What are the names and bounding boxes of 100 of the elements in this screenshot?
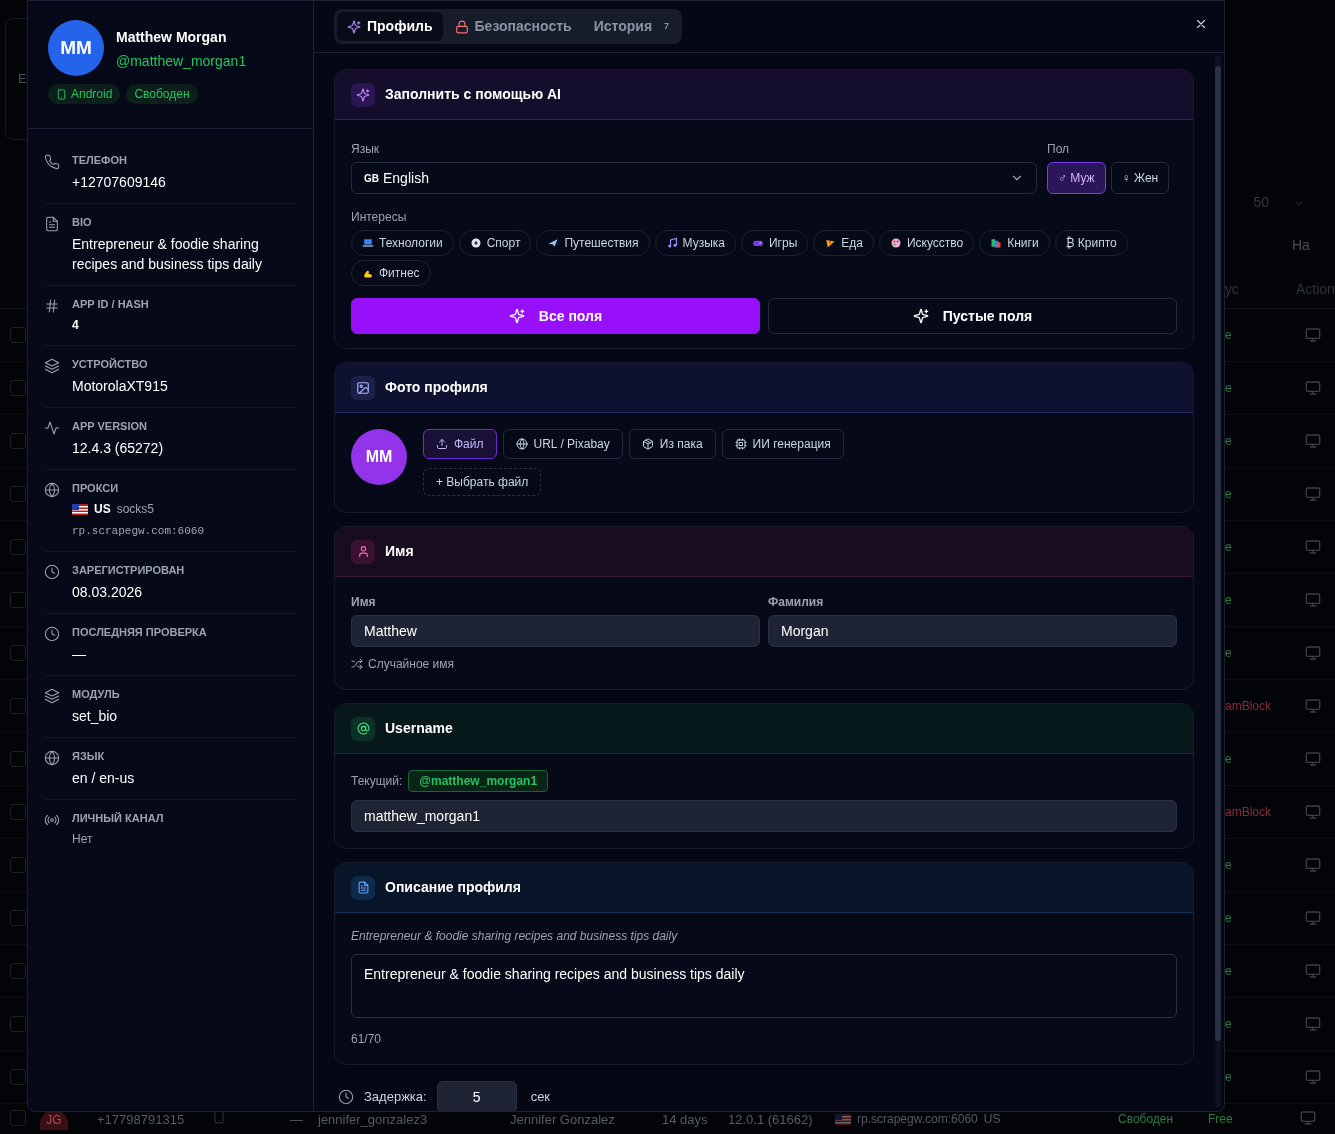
detail-value: +12707609146 (72, 173, 166, 192)
pulse-icon (44, 420, 60, 436)
flag-icon (835, 1113, 851, 1125)
laptop-icon (362, 237, 374, 249)
monitor-icon (1305, 963, 1321, 979)
row-checkbox[interactable] (10, 433, 26, 449)
phone-cell-text: +17798791315 (97, 1111, 186, 1129)
music-note-icon (665, 237, 678, 249)
detail-label: ЯЗЫК (72, 748, 106, 763)
books-icon (990, 237, 1003, 249)
row-checkbox[interactable] (10, 1110, 26, 1126)
field-label: Имя (351, 594, 377, 611)
detail-label: ТЕЛЕФОН (72, 153, 128, 167)
section-title: Заполнить с помощью AI (385, 85, 561, 104)
user-icon (356, 545, 370, 558)
row-checkbox[interactable] (10, 804, 26, 820)
proxy-type: socks5 (116, 501, 155, 518)
avatar: MM (351, 429, 407, 485)
row-checkbox[interactable] (10, 486, 26, 502)
current-username-badge: @matthew_morgan1 (408, 770, 549, 792)
table-cell-text: — (290, 1111, 304, 1129)
avatar: JG (40, 1110, 68, 1130)
section-title: Фото профиля (385, 378, 488, 397)
monitor-icon (1305, 1016, 1321, 1032)
status-text: e (1225, 963, 1233, 980)
section-title: Username (385, 719, 453, 738)
flag-code: GB (364, 171, 379, 186)
monitor-icon (1305, 486, 1321, 502)
tab[interactable]: История 7 (583, 12, 680, 41)
gender-option[interactable]: ♂ Муж (1047, 162, 1106, 194)
tab[interactable]: Профиль (337, 12, 443, 41)
palette-icon (889, 237, 902, 249)
row-checkbox[interactable] (10, 910, 26, 926)
name-cell-text: Jennifer Gonzalez (510, 1111, 616, 1129)
last-name-field[interactable]: Morgan (768, 615, 1177, 647)
detail-value: — (72, 644, 87, 664)
image-icon (356, 380, 370, 395)
fill-button[interactable]: Все поля (351, 298, 760, 334)
monitor-icon (1305, 539, 1321, 555)
detail-label: ПОСЛЕДНЯЯ ПРОВЕРКА (72, 624, 207, 639)
globe-icon (44, 749, 60, 766)
proxy-host: rp.scrapegw.com:6060 (72, 524, 205, 539)
layers-icon (44, 687, 60, 704)
section-title: Описание профиля (385, 878, 521, 897)
phone-icon (44, 154, 60, 170)
shuffle-icon (351, 658, 363, 670)
fill-button[interactable]: Пустые поля (768, 298, 1177, 334)
row-checkbox[interactable] (10, 645, 26, 661)
row-checkbox[interactable] (10, 539, 26, 555)
status-text: e (1225, 1016, 1233, 1033)
row-checkbox[interactable] (10, 857, 26, 873)
choose-file-button[interactable]: + Выбрать файл (423, 468, 542, 496)
status-text: e (1225, 539, 1233, 556)
delay-label: Задержка: (364, 1088, 427, 1107)
row-checkbox[interactable] (10, 327, 26, 343)
plane-icon (547, 237, 560, 249)
country-code: US (94, 501, 111, 518)
flag-icon (72, 503, 88, 515)
row-checkbox[interactable] (10, 380, 26, 396)
row-checkbox[interactable] (10, 592, 26, 608)
ball-icon (469, 237, 482, 249)
tab-count: 7 (664, 19, 670, 33)
status-text: amBlock (1225, 698, 1272, 715)
language-select[interactable]: GB English (351, 162, 1037, 194)
detail-label: APP VERSION (72, 419, 148, 433)
random-name-link[interactable]: Случайное имя (351, 655, 455, 673)
tab[interactable]: Безопасность (444, 12, 582, 41)
pizza-icon (824, 237, 837, 249)
first-name-field[interactable]: Matthew (351, 615, 760, 647)
gender-option[interactable]: ♀ Жен (1110, 162, 1170, 194)
avatar: MM (48, 20, 104, 76)
row-checkbox[interactable] (10, 963, 26, 979)
section-title: Имя (385, 542, 414, 561)
source-tab[interactable]: Файл (423, 429, 497, 459)
smartphone-icon (212, 1110, 226, 1124)
detail-value: 08.03.2026 (72, 582, 144, 602)
field-label: Интересы (351, 209, 408, 226)
delay-field[interactable]: 5 (436, 1081, 517, 1111)
bio-textarea[interactable]: Entrepreneur & foodie sharing recipes and business tips daily (351, 954, 1177, 1018)
source-tab[interactable]: Из пака (628, 429, 716, 459)
detail-value: Нет (72, 830, 94, 848)
globe-icon (44, 482, 60, 498)
profile-username: @matthew_morgan1 (116, 52, 247, 71)
field-label: Язык (351, 141, 381, 158)
username-field[interactable]: matthew_morgan1 (351, 800, 1177, 832)
row-checkbox[interactable] (10, 751, 26, 767)
source-tab[interactable]: ИИ генерация (721, 429, 844, 459)
sparkle-icon (347, 19, 361, 34)
row-checkbox[interactable] (10, 1016, 26, 1032)
monitor-icon (1305, 433, 1321, 449)
row-checkbox[interactable] (10, 698, 26, 714)
sparkle-icon (508, 308, 525, 324)
language-value: English (383, 168, 429, 188)
monitor-icon (1305, 1069, 1321, 1085)
detail-label: ЗАРЕГИСТРИРОВАН (72, 562, 185, 577)
row-checkbox[interactable] (10, 1069, 26, 1085)
status-text: e (1225, 380, 1233, 397)
source-tab[interactable]: URL / Pixabay (502, 429, 623, 459)
monitor-icon (1305, 751, 1321, 767)
status-text: e (1225, 433, 1233, 450)
